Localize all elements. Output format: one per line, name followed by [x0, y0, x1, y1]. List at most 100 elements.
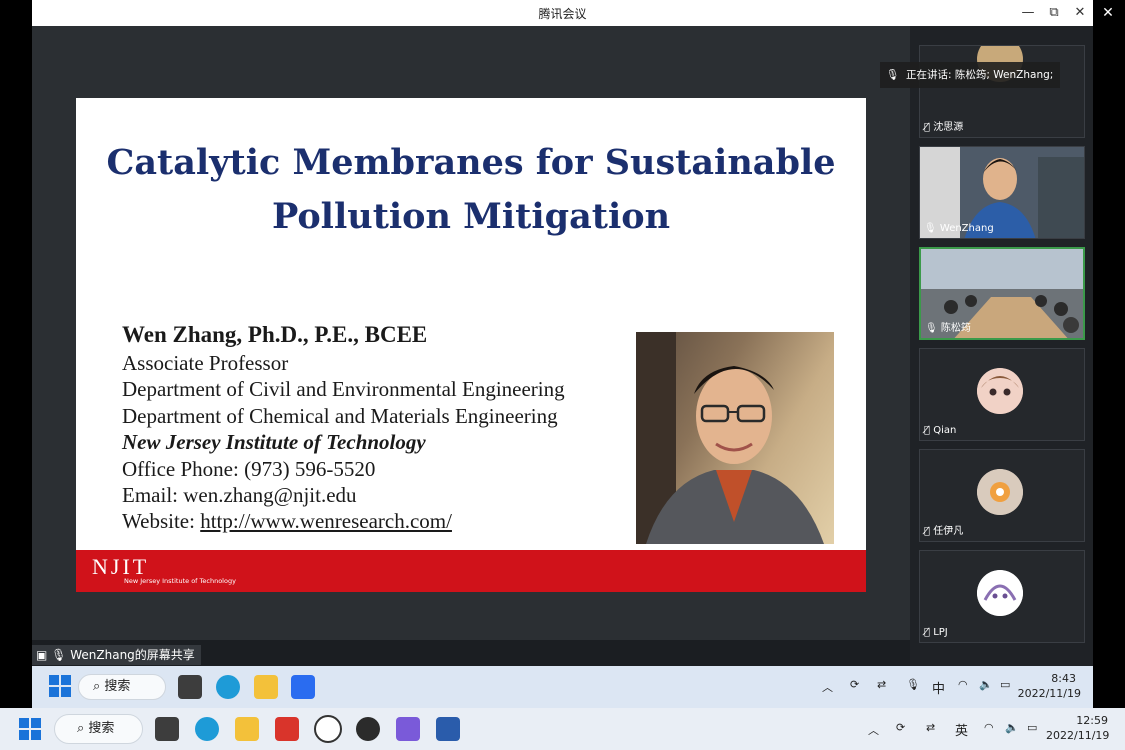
battery-icon[interactable]: ▭	[1027, 721, 1037, 734]
chevron-up-icon[interactable]: ︿	[822, 679, 833, 695]
participant-tile[interactable]: 🎙̸ LPJ	[919, 550, 1085, 643]
participant-name: Qian	[933, 425, 957, 436]
ime-indicator[interactable]: 中	[932, 678, 945, 697]
participant-label: 🎙̸ 任伊凡	[924, 526, 963, 538]
mic-icon: 🎙	[924, 223, 937, 234]
mic-icon[interactable]: 🎙	[906, 678, 920, 691]
author-info: Wen Zhang, Ph.D., P.E., BCEE Associate P…	[122, 320, 565, 535]
slide-footer: NJIT New Jersey Institute of Technology	[76, 550, 866, 592]
author-name: Wen Zhang, Ph.D., P.E., BCEE	[122, 322, 428, 347]
participant-tile[interactable]: 🎙̸ Qian	[919, 348, 1085, 441]
participant-label: 🎙 WenZhang	[924, 223, 994, 235]
meeting-window: 腾讯会议 — ⧉ ✕ Catalytic Membranes for Susta…	[32, 0, 1093, 708]
shared-screen: Catalytic Membranes for Sustainable Poll…	[32, 26, 910, 640]
participant-label: 🎙̸ 沈思源	[924, 122, 963, 134]
battery-icon[interactable]: ▭	[1000, 678, 1010, 691]
minimize-button[interactable]: —	[1017, 3, 1039, 23]
sync-icon[interactable]: ⟳	[896, 721, 905, 734]
outer-close-icon[interactable]: ✕	[1098, 3, 1118, 23]
author-dept2: Department of Chemical and Materials Eng…	[122, 403, 558, 428]
local-taskbar: ⌕ 搜索 ︿ ⟳ ⇄ 英 ◠ 🔈 ▭ 12:59 2022/11/19	[0, 708, 1125, 750]
local-clock-date: 2022/11/19	[1046, 729, 1110, 742]
mic-icon: 🎙	[51, 648, 67, 662]
settings-sliders-icon[interactable]: ⇄	[926, 721, 935, 734]
participant-panel: 🎙̸ 沈思源 🎙 WenZhang 🎙 陈松筠 🎙̸ Qian 🎙̸ 任伊凡 🎙…	[910, 26, 1093, 666]
mic-muted-icon: 🎙̸	[924, 526, 931, 537]
participant-name: WenZhang	[939, 223, 994, 234]
author-position: Associate Professor	[122, 351, 289, 375]
screen-share-area: Catalytic Membranes for Sustainable Poll…	[32, 26, 910, 666]
local-clock-time: 12:59	[1076, 714, 1108, 727]
tencent-meeting-icon[interactable]	[291, 675, 315, 699]
edge-icon[interactable]	[216, 675, 240, 699]
search-icon: ⌕	[77, 721, 85, 736]
folder-icon[interactable]	[235, 717, 259, 741]
local-search-box[interactable]: ⌕ 搜索	[54, 714, 143, 744]
author-website: Website: http://www.wenresearch.com/	[122, 508, 565, 534]
slide-title-line2: Pollution Mitigation	[271, 196, 671, 237]
participant-tile[interactable]: 🎙̸ 沈思源	[919, 45, 1085, 138]
participant-label: 🎙 陈松筠	[925, 323, 971, 335]
folder-icon[interactable]	[254, 675, 278, 699]
word-icon[interactable]	[436, 717, 460, 741]
window-title: 腾讯会议	[538, 7, 587, 21]
participant-name: 任伊凡	[933, 526, 964, 537]
remote-clock-date: 2022/11/19	[1017, 687, 1081, 700]
task-view-icon[interactable]	[178, 675, 202, 699]
participant-tile-active[interactable]: 🎙 陈松筠	[919, 247, 1085, 340]
photos-icon[interactable]	[396, 717, 420, 741]
search-label: 搜索	[88, 721, 115, 736]
search-icon: ⌕	[93, 679, 101, 694]
participant-tile[interactable]: 🎙̸ 任伊凡	[919, 449, 1085, 542]
author-dept1: Department of Civil and Environmental En…	[122, 377, 565, 402]
screen-share-icon: ▣	[36, 648, 48, 662]
author-email: Email: wen.zhang@njit.edu	[122, 483, 357, 508]
njit-logo-subtitle: New Jersey Institute of Technology	[124, 577, 236, 585]
presentation-slide: Catalytic Membranes for Sustainable Poll…	[76, 98, 866, 592]
mic-muted-icon: 🎙̸	[924, 425, 931, 436]
volume-icon[interactable]: 🔈	[1005, 721, 1019, 734]
author-phone: Office Phone: (973) 596-5520	[122, 456, 376, 481]
sync-icon[interactable]: ⟳	[850, 678, 859, 691]
wifi-icon[interactable]: ◠	[984, 721, 994, 734]
participant-avatar	[977, 469, 1023, 515]
author-photo	[636, 332, 834, 544]
settings-sliders-icon[interactable]: ⇄	[877, 678, 886, 691]
participant-name: LPJ	[933, 627, 948, 638]
task-view-icon[interactable]	[155, 717, 179, 741]
video-app-icon[interactable]	[275, 717, 299, 741]
title-bar: 腾讯会议 — ⧉ ✕	[32, 0, 1093, 26]
website-label: Website:	[122, 509, 201, 534]
search-label: 搜索	[104, 679, 131, 694]
close-button[interactable]: ✕	[1069, 3, 1091, 23]
wifi-icon[interactable]: ◠	[958, 678, 968, 691]
remote-clock-time: 8:43	[1051, 672, 1076, 685]
mic-muted-icon: 🎙̸	[924, 627, 931, 638]
app-icon[interactable]	[356, 717, 380, 741]
participant-label: 🎙̸ Qian	[924, 425, 956, 437]
participant-avatar	[977, 368, 1023, 414]
slide-title: Catalytic Membranes for Sustainable Poll…	[76, 136, 866, 244]
mic-icon: 🎙	[925, 323, 938, 334]
volume-icon[interactable]: 🔈	[979, 678, 993, 691]
participant-avatar	[977, 570, 1023, 616]
participant-label: 🎙̸ LPJ	[924, 627, 948, 639]
participant-tile[interactable]: 🎙 WenZhang	[919, 146, 1085, 239]
speaking-text: 正在讲话: 陈松筠; WenZhang;	[906, 69, 1054, 81]
speaker-icon: 🎙	[886, 69, 900, 81]
mic-muted-icon: 🎙̸	[924, 122, 931, 133]
speaking-indicator: 🎙 正在讲话: 陈松筠; WenZhang;	[880, 62, 1060, 88]
screen-share-label: ▣ 🎙 WenZhang的屏幕共享	[32, 645, 201, 665]
participant-name: 陈松筠	[940, 323, 971, 334]
windows-start-icon[interactable]	[19, 718, 41, 740]
ime-indicator[interactable]: 英	[955, 720, 968, 739]
restore-button[interactable]: ⧉	[1043, 3, 1065, 23]
share-label-text: WenZhang的屏幕共享	[70, 648, 195, 662]
media-player-icon[interactable]	[314, 715, 342, 743]
windows-start-icon[interactable]	[49, 675, 71, 697]
website-link: http://www.wenresearch.com/	[200, 509, 452, 534]
remote-search-box[interactable]: ⌕ 搜索	[78, 674, 166, 700]
author-institution: New Jersey Institute of Technology	[122, 430, 426, 455]
edge-icon[interactable]	[195, 717, 219, 741]
chevron-up-icon[interactable]: ︿	[868, 722, 879, 738]
